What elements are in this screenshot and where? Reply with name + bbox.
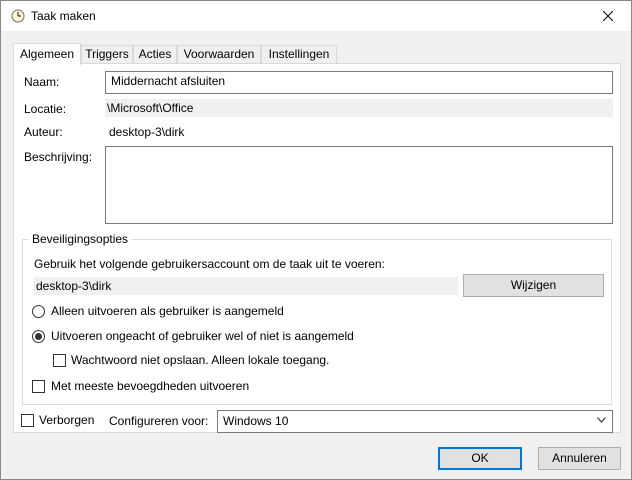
account-prompt: Gebruik het volgende gebruikersaccount o… [34, 257, 385, 271]
security-options-group: Beveiligingsopties Gebruik het volgende … [22, 232, 612, 405]
general-panel: Naam: Middernacht afsluiten Locatie: \Mi… [13, 63, 621, 433]
tab-general[interactable]: Algemeen [13, 43, 81, 65]
change-user-button[interactable]: Wijzigen [463, 274, 604, 297]
radio-only-when-logged-on[interactable] [32, 305, 45, 318]
close-icon [603, 11, 613, 21]
configure-for-select[interactable]: Windows 10 [217, 410, 613, 433]
cancel-button[interactable]: Annuleren [538, 447, 621, 470]
ok-button[interactable]: OK [438, 447, 522, 470]
radio-whether-logged-on[interactable] [32, 330, 45, 343]
configure-for-value: Windows 10 [223, 414, 289, 428]
description-label: Beschrijving: [24, 150, 93, 164]
tab-conditions[interactable]: Voorwaarden [177, 45, 261, 64]
name-input[interactable]: Middernacht afsluiten [105, 71, 613, 94]
radio-selected-dot [35, 333, 42, 340]
tab-triggers[interactable]: Triggers [81, 45, 133, 64]
create-task-dialog: Taak maken Algemeen Triggers Acties Voor… [0, 0, 632, 480]
close-button[interactable] [585, 1, 631, 31]
clock-icon [11, 9, 25, 23]
configure-for-label: Configureren voor: [109, 414, 209, 428]
title-bar[interactable]: Taak maken [1, 1, 631, 31]
radio-only-when-logged-on-label[interactable]: Alleen uitvoeren als gebruiker is aangem… [51, 304, 284, 318]
checkbox-do-not-store-password-label[interactable]: Wachtwoord niet opslaan. Alleen lokale t… [71, 353, 329, 367]
checkbox-highest-privileges-label[interactable]: Met meeste bevoegdheden uitvoeren [51, 379, 249, 393]
checkbox-do-not-store-password[interactable] [53, 354, 66, 367]
location-value: \Microsoft\Office [105, 99, 613, 117]
author-label: Auteur: [24, 125, 63, 139]
chevron-down-icon [597, 417, 606, 423]
checkbox-hidden-label[interactable]: Verborgen [39, 413, 94, 427]
name-label: Naam: [24, 75, 60, 89]
account-value: desktop-3\dirk [34, 277, 458, 295]
location-label: Locatie: [24, 102, 67, 116]
checkbox-hidden[interactable] [21, 414, 34, 427]
radio-whether-logged-on-label[interactable]: Uitvoeren ongeacht of gebruiker wel of n… [51, 329, 354, 343]
security-options-legend: Beveiligingsopties [29, 232, 132, 246]
description-textarea[interactable] [105, 146, 613, 224]
checkbox-highest-privileges[interactable] [32, 380, 45, 393]
tab-actions[interactable]: Acties [133, 45, 177, 64]
tab-settings[interactable]: Instellingen [261, 45, 337, 64]
author-value: desktop-3\dirk [109, 125, 185, 139]
window-title: Taak maken [31, 9, 96, 23]
